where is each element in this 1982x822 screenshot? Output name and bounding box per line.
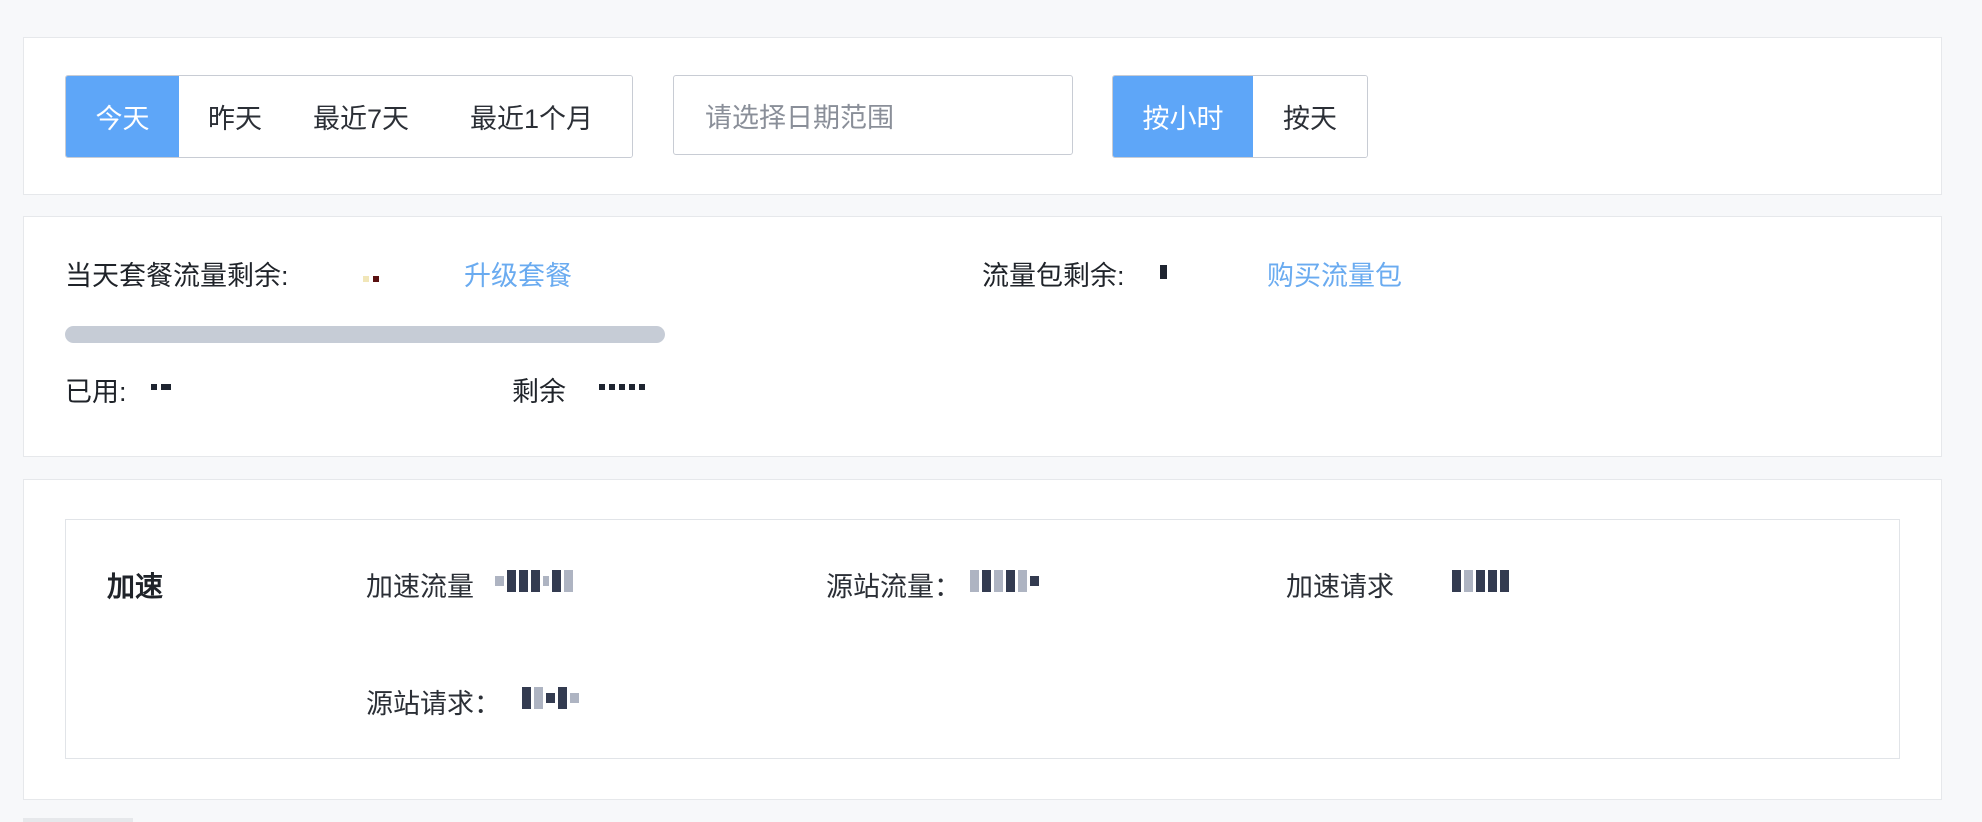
granularity-daily-button[interactable]: 按天 [1253,76,1367,157]
accel-requests-label: 加速请求 [1286,572,1394,602]
date-range-preset-group: 今天 昨天 最近7天 最近1个月 [65,75,633,158]
origin-traffic-value-masked [970,570,1039,592]
used-label: 已用: [65,377,127,407]
date-range-picker[interactable]: 请选择日期范围 [673,75,1073,155]
upgrade-plan-link[interactable]: 升级套餐 [464,254,572,293]
daily-remaining-label: 当天套餐流量剩余: [65,261,289,291]
daily-remaining-value-masked [363,269,383,283]
package-remaining-value-masked [1160,265,1171,279]
accel-requests-value-masked [1452,570,1509,592]
granularity-hourly-button[interactable]: 按小时 [1113,76,1253,157]
filter-panel: 今天 昨天 最近7天 最近1个月 请选择日期范围 按小时 按天 [23,37,1942,195]
quota-progress-bar [65,326,665,343]
range-last-month-button[interactable]: 最近1个月 [431,76,632,157]
origin-traffic-label: 源站流量： [826,572,961,602]
origin-requests-value-masked [522,687,579,709]
range-last-7-days-button[interactable]: 最近7天 [291,76,431,157]
range-today-button[interactable]: 今天 [66,76,179,157]
package-remaining-label: 流量包剩余: [982,261,1125,291]
accel-traffic-value-masked [495,570,573,592]
quota-panel: 当天套餐流量剩余: 升级套餐 流量包剩余: 购买流量包 已用: 剩余 [23,216,1942,457]
stats-section-title: 加速 [107,571,164,602]
remaining-label: 剩余 [512,377,566,407]
stats-card: 加速 加速流量 源站流量： 加速请求 源站请求： [65,519,1900,759]
origin-requests-label: 源站请求： [366,689,501,719]
used-value-masked [151,377,175,391]
remaining-value-masked [599,377,649,391]
next-section-edge [23,818,133,822]
acceleration-stats-panel: 加速 加速流量 源站流量： 加速请求 源站请求： [23,479,1942,800]
buy-traffic-package-link[interactable]: 购买流量包 [1267,254,1402,293]
granularity-toggle-group: 按小时 按天 [1112,75,1368,158]
accel-traffic-label: 加速流量 [366,572,474,602]
range-yesterday-button[interactable]: 昨天 [179,76,291,157]
